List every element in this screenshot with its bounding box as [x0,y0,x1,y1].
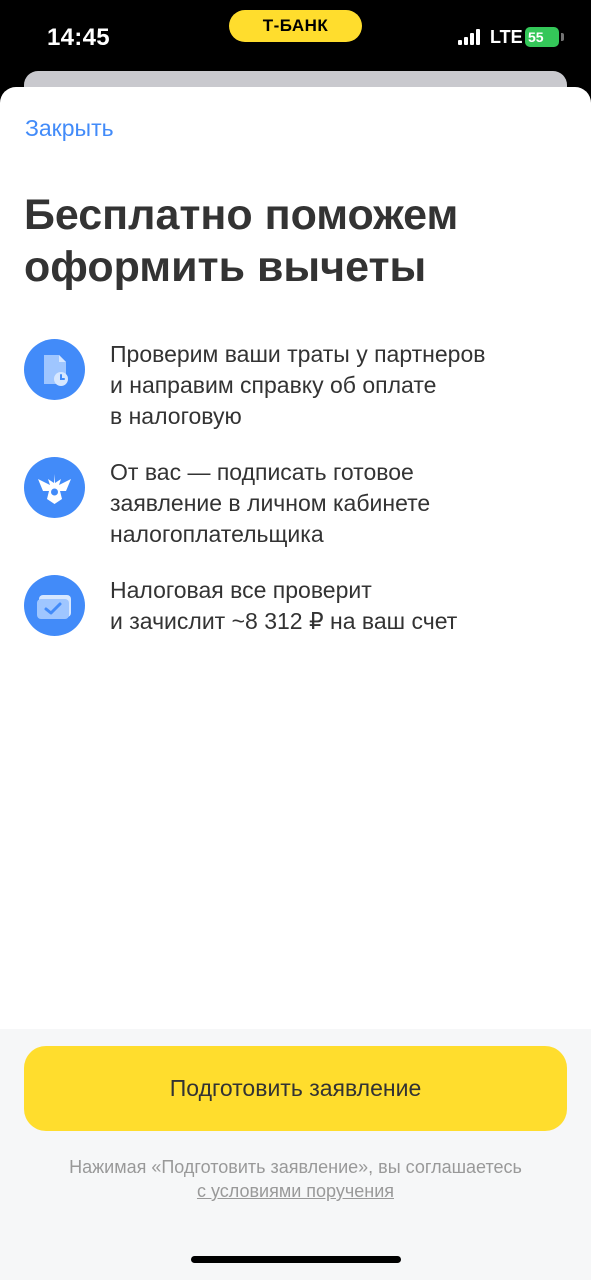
battery-icon: 55 [525,27,559,47]
battery-tip [561,33,564,41]
status-bar: 14:45 Т-БАНК LTE 55 [0,0,591,80]
feature-line: и направим справку об оплате [110,372,437,398]
consent-line: Нажимая «Подготовить заявление», вы согл… [69,1157,522,1177]
bottom-action-area: Подготовить заявление Нажимая «Подготови… [0,1029,591,1280]
emblem-eagle-icon [24,457,85,518]
page-title: Бесплатно поможем оформить вычеты [24,189,564,293]
status-time: 14:45 [47,24,110,51]
home-indicator[interactable] [191,1256,401,1263]
battery-level: 55 [528,29,544,45]
title-line-2: оформить вычеты [24,243,427,291]
consent-text: Нажимая «Подготовить заявление», вы согл… [20,1155,571,1203]
feature-line: в налоговую [110,403,242,429]
feature-line: налогоплательщика [110,521,324,547]
prepare-application-button[interactable]: Подготовить заявление [24,1046,567,1131]
brand-logo: Т-БАНК [229,10,362,42]
feature-text: Проверим ваши траты у партнеров и направ… [110,339,570,432]
feature-text: Налоговая все проверит и зачислит ~8 312… [110,575,570,637]
card-check-icon [24,575,85,636]
feature-line: Проверим ваши траты у партнеров [110,341,486,367]
feature-line: От вас — подписать готовое [110,459,414,485]
feature-line: и зачислит ~8 312 ₽ на ваш счет [110,608,458,634]
title-line-1: Бесплатно поможем [24,191,459,239]
bottom-sheet: Закрыть Бесплатно поможем оформить вычет… [0,87,591,1280]
feature-line: заявление в личном кабинете [110,490,431,516]
cellular-signal-icon [458,29,482,45]
feature-text: От вас — подписать готовое заявление в л… [110,457,570,550]
feature-line: Налоговая все проверит [110,577,372,603]
terms-link[interactable]: с условиями поручения [197,1181,394,1201]
network-type: LTE [490,27,523,47]
document-clock-icon [24,339,85,400]
close-button[interactable]: Закрыть [25,115,114,142]
